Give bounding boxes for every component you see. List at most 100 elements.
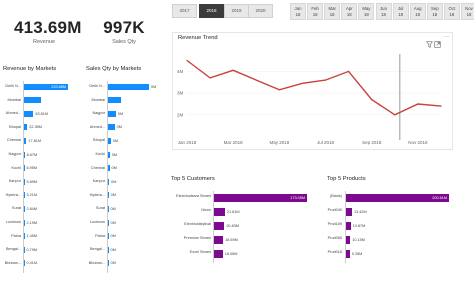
- month-button-jun[interactable]: Jun 18: [375, 3, 392, 20]
- bar[interactable]: [107, 83, 149, 90]
- category-label: Mumbai: [91, 97, 105, 102]
- data-label: 0M: [110, 206, 116, 211]
- category-label: Kanpur: [8, 179, 21, 184]
- y-tick-label: 4M: [177, 69, 184, 74]
- year-button-2018[interactable]: 2018: [199, 4, 224, 18]
- x-tick-label: Sep 2018: [362, 140, 382, 145]
- kpi-sales-qty-label: Sales Qty: [112, 39, 136, 45]
- category-label: Chennai: [6, 138, 21, 143]
- category-label: Nagpur: [8, 152, 21, 156]
- data-label: 10.15M: [352, 237, 365, 242]
- month-button-may[interactable]: May 18: [358, 3, 375, 20]
- category-label: Electricalsara Stores: [176, 194, 211, 198]
- data-point[interactable]: [417, 103, 419, 105]
- data-point[interactable]: [301, 82, 304, 84]
- bar[interactable]: [23, 110, 34, 117]
- month-button-nov[interactable]: Nov 18: [461, 3, 474, 20]
- data-point[interactable]: [278, 89, 280, 91]
- bar[interactable]: [345, 221, 351, 230]
- data-label: 18.05M: [224, 251, 238, 256]
- category-label: Delhi N...: [5, 84, 21, 88]
- bar[interactable]: [107, 124, 115, 131]
- category-label: Chennai: [90, 165, 105, 170]
- data-point[interactable]: [255, 79, 257, 81]
- month-button-sep[interactable]: Sep 18: [426, 3, 443, 20]
- data-point[interactable]: [186, 59, 188, 62]
- kpi-sales-qty-card: 997K Sales Qty: [94, 18, 154, 45]
- category-label: Electricalslytical: [184, 222, 211, 226]
- axis-line: [345, 191, 346, 263]
- data-label: 0M: [111, 152, 118, 157]
- bar[interactable]: [213, 249, 223, 258]
- month-year: 18: [346, 11, 352, 17]
- data-label: 1.45M: [26, 234, 38, 239]
- bar[interactable]: [213, 221, 225, 230]
- bar[interactable]: [345, 249, 350, 258]
- month-button-apr[interactable]: Apr 18: [341, 3, 358, 20]
- month-button-mar[interactable]: Mar 18: [324, 3, 341, 20]
- data-label: 0.41M: [26, 261, 38, 266]
- bar[interactable]: [107, 97, 122, 104]
- data-label: 0M: [151, 84, 157, 89]
- year-button-2019[interactable]: 2019: [224, 4, 249, 18]
- month-button-jan[interactable]: Jan 18: [290, 3, 306, 20]
- bar[interactable]: [345, 207, 352, 216]
- data-label: 3.21M: [26, 193, 38, 198]
- category-label: Nagpur: [92, 111, 105, 116]
- data-point[interactable]: [440, 105, 442, 107]
- bar[interactable]: [23, 97, 42, 104]
- month-year: 18: [312, 11, 318, 17]
- bar[interactable]: [213, 235, 224, 244]
- kpi-revenue-value: 413.69M: [14, 18, 82, 37]
- category-label: Delhi N...: [89, 84, 105, 88]
- data-label: 2.19M: [26, 220, 38, 225]
- bar[interactable]: [23, 124, 28, 131]
- category-label: Ahmed...: [89, 124, 105, 129]
- month-button-jul[interactable]: Jul 18: [392, 3, 409, 20]
- data-label: 0M: [110, 247, 116, 252]
- kpi-sales-qty-value: 997K: [103, 18, 145, 37]
- data-point[interactable]: [348, 70, 350, 72]
- revenue-trend-series-line[interactable]: [186, 59, 442, 116]
- month-button-feb[interactable]: Feb 18: [307, 3, 324, 20]
- bar[interactable]: [345, 235, 351, 244]
- category-label: Prod040: [327, 208, 342, 212]
- category-label: Excel Stores: [189, 250, 211, 254]
- bar[interactable]: [213, 207, 225, 216]
- revenue-trend-line-chart: 4M 3M 2M Jan 2018 Mar 2018 May 2018 Jul 2018 Se…: [177, 54, 442, 145]
- data-point[interactable]: [209, 77, 211, 79]
- data-label: 13.42M: [353, 209, 367, 214]
- data-label: 10.87M: [352, 223, 366, 228]
- category-label: Patna: [11, 233, 21, 238]
- data-point[interactable]: [371, 99, 373, 101]
- data-label: 6.95M: [26, 166, 38, 171]
- category-label: Bhuban...: [88, 260, 105, 265]
- month-button-aug[interactable]: Aug 18: [409, 3, 426, 20]
- year-button-2020[interactable]: 2020: [248, 4, 273, 18]
- x-tick-label: Nov 2018: [408, 140, 428, 145]
- data-label: 0.79M: [26, 247, 38, 252]
- data-label: 0M: [111, 179, 117, 184]
- data-label: 9.26M: [351, 251, 363, 256]
- month-year: 18: [466, 11, 472, 17]
- axis-line: [107, 81, 108, 274]
- revenue-by-markets-title: Revenue by Markets: [3, 66, 57, 72]
- category-label: Prod018: [327, 250, 342, 254]
- data-point[interactable]: [324, 79, 327, 81]
- month-button-oct[interactable]: Oct 18: [443, 3, 460, 20]
- bar[interactable]: [23, 137, 27, 144]
- data-label: 17.81M: [28, 138, 42, 143]
- bar[interactable]: [107, 137, 111, 144]
- data-label: 0M: [110, 193, 116, 198]
- category-label: Bhopal: [9, 124, 21, 129]
- year-button-2017[interactable]: 2017: [172, 4, 197, 18]
- data-point[interactable]: [232, 69, 234, 71]
- category-label: Lucknow: [90, 220, 105, 224]
- data-point[interactable]: [394, 114, 396, 116]
- category-label: Bengal...: [6, 247, 21, 252]
- data-label: 20.83M: [226, 223, 239, 228]
- bar[interactable]: [107, 110, 116, 117]
- month-year: 18: [432, 11, 438, 17]
- axis-line: [23, 81, 24, 274]
- category-label: Ahmed...: [5, 111, 21, 116]
